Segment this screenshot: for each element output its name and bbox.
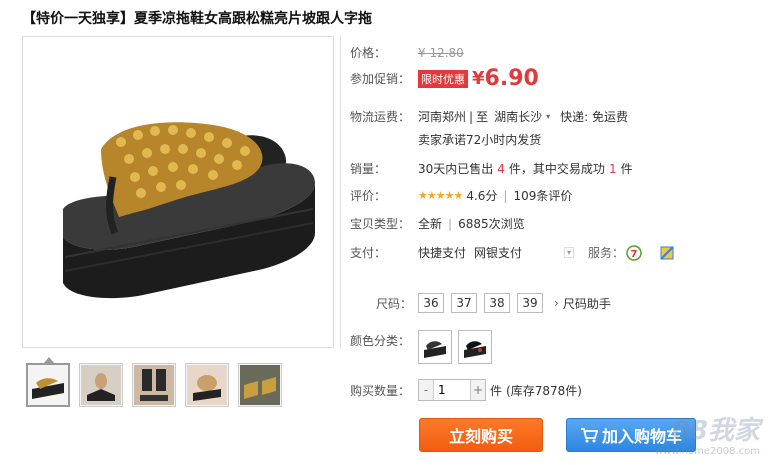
ship-from: 河南郑州 (418, 110, 467, 124)
ship-to-prefix: 至 (476, 110, 489, 124)
quantity-label: 购买数量： (350, 383, 411, 398)
seven-day-return-icon[interactable]: 7 (626, 244, 642, 261)
buy-now-button[interactable]: 立刻购买 (419, 418, 543, 452)
chevron-down-icon[interactable]: ▾ (546, 112, 550, 121)
sales-label: 销量： (350, 162, 387, 176)
size-row: 尺码： 36 37 38 39 › 尺码助手 (350, 293, 611, 313)
quantity-minus-button[interactable]: - (419, 380, 433, 400)
watermark-url: www.home2008.com (654, 446, 760, 457)
item-type-row: 宝贝类型： 全新 | 6885次浏览 (350, 215, 525, 232)
item-type-sep: | (448, 216, 453, 231)
color-option-2[interactable] (458, 330, 492, 364)
rating-label: 评价： (350, 189, 387, 203)
ship-to-select[interactable]: 湖南长沙 (494, 108, 542, 125)
current-price: 6.90 (484, 66, 539, 91)
thumbnail-3[interactable] (132, 363, 176, 407)
item-type-label: 宝贝类型： (350, 217, 411, 231)
color-black-sandal-icon (424, 341, 446, 358)
size-label: 尺码： (375, 296, 412, 311)
color-black-red-sandal-icon (464, 341, 486, 358)
rating-stars-icon: ★★★★★ (418, 189, 463, 202)
dropdown-arrow-icon[interactable]: ▾ (564, 247, 575, 258)
divider (340, 36, 341, 348)
main-product-image[interactable] (22, 36, 334, 348)
quantity-unit: 件 (490, 383, 503, 398)
payment-option-quick: 快捷支付 (418, 246, 467, 260)
payment-row: 支付： 快捷支付 网银支付 ▾ 服务： 7 (350, 244, 674, 261)
stock-count: (库存7878件) (506, 383, 582, 398)
sales-text-2: 件，其中交易成功 (508, 162, 605, 176)
size-option-36[interactable]: 36 (418, 293, 444, 313)
original-price-row: 价格： ¥ 12.80 (350, 44, 464, 61)
view-count: 6885次浏览 (458, 217, 525, 231)
watermark-logo: 08我家 (671, 416, 760, 446)
product-info-panel: 价格： ¥ 12.80 参加促销： 限时优惠 ¥ 6.90 物流运费： 河南郑州… (350, 0, 776, 465)
size-option-39[interactable]: 39 (517, 293, 543, 313)
thumb-photo-icon (240, 365, 280, 405)
svg-text:7: 7 (631, 249, 638, 260)
size-option-38[interactable]: 38 (484, 293, 510, 313)
thumbnail-strip (26, 363, 282, 407)
sold-count: 4 (497, 161, 505, 176)
thumb-sandal-icon (32, 378, 64, 399)
price-label: 价格： (350, 46, 387, 60)
guarantee-icon[interactable] (660, 245, 674, 260)
thumb-photo-icon (81, 365, 121, 405)
service-label: 服务： (588, 246, 625, 260)
ship-promise: 卖家承诺72小时内发货 (418, 133, 542, 147)
rating-score: 4.6分 (466, 189, 498, 203)
thumbnail-1[interactable] (26, 363, 70, 407)
color-option-1[interactable] (418, 330, 452, 364)
ship-promise-row: 卖家承诺72小时内发货 (418, 131, 541, 148)
thumb-photo-icon (187, 365, 227, 405)
success-count: 1 (608, 161, 617, 176)
quantity-stepper: - + (418, 379, 486, 401)
rating-sep: | (503, 188, 508, 203)
payment-label: 支付： (350, 246, 387, 260)
product-title: 【特价一天独享】夏季凉拖鞋女高跟松糕亮片坡跟人字拖 (22, 11, 372, 27)
logistics-sep: | (469, 109, 474, 124)
express-fee: 快递: 免运费 (560, 110, 628, 124)
item-type-value: 全新 (418, 217, 443, 231)
cart-icon (580, 428, 598, 443)
thumbnail-2[interactable] (79, 363, 123, 407)
review-count-link[interactable]: 109条评价 (513, 187, 572, 204)
size-helper-link[interactable]: 尺码助手 (563, 295, 611, 312)
promo-badge: 限时优惠 (418, 69, 468, 88)
logistics-row: 物流运费： 河南郑州 | 至 湖南长沙 ▾ 快递: 免运费 (350, 108, 628, 125)
currency-symbol: ¥ (472, 68, 485, 89)
sandal-image (63, 122, 315, 299)
quantity-input[interactable] (433, 380, 471, 400)
quantity-row: 购买数量： - + 件 (库存7878件) (350, 379, 582, 401)
thumbnail-5[interactable] (238, 363, 282, 407)
thumbnail-4[interactable] (185, 363, 229, 407)
add-to-cart-label: 加入购物车 (601, 427, 682, 446)
payment-option-bank: 网银支付 (474, 246, 523, 260)
thumb-photo-icon (134, 365, 174, 405)
promo-label: 参加促销： (350, 72, 411, 86)
promo-price-row: 参加促销： 限时优惠 ¥ 6.90 (350, 66, 539, 91)
original-price: ¥ 12.80 (418, 45, 464, 60)
rating-row: 评价： ★★★★★ 4.6分 | 109条评价 (350, 187, 572, 204)
chevron-right-icon: › (554, 296, 559, 310)
sales-row: 销量： 30天内已售出 4 件，其中交易成功 1 件 (350, 160, 633, 177)
quantity-plus-button[interactable]: + (471, 380, 485, 400)
sales-text-1: 30天内已售出 (418, 162, 494, 176)
color-row: 颜色分类： (350, 330, 498, 364)
logistics-label: 物流运费： (350, 110, 411, 124)
sales-text-3: 件 (620, 162, 633, 176)
color-label: 颜色分类： (350, 334, 411, 348)
size-option-37[interactable]: 37 (451, 293, 477, 313)
